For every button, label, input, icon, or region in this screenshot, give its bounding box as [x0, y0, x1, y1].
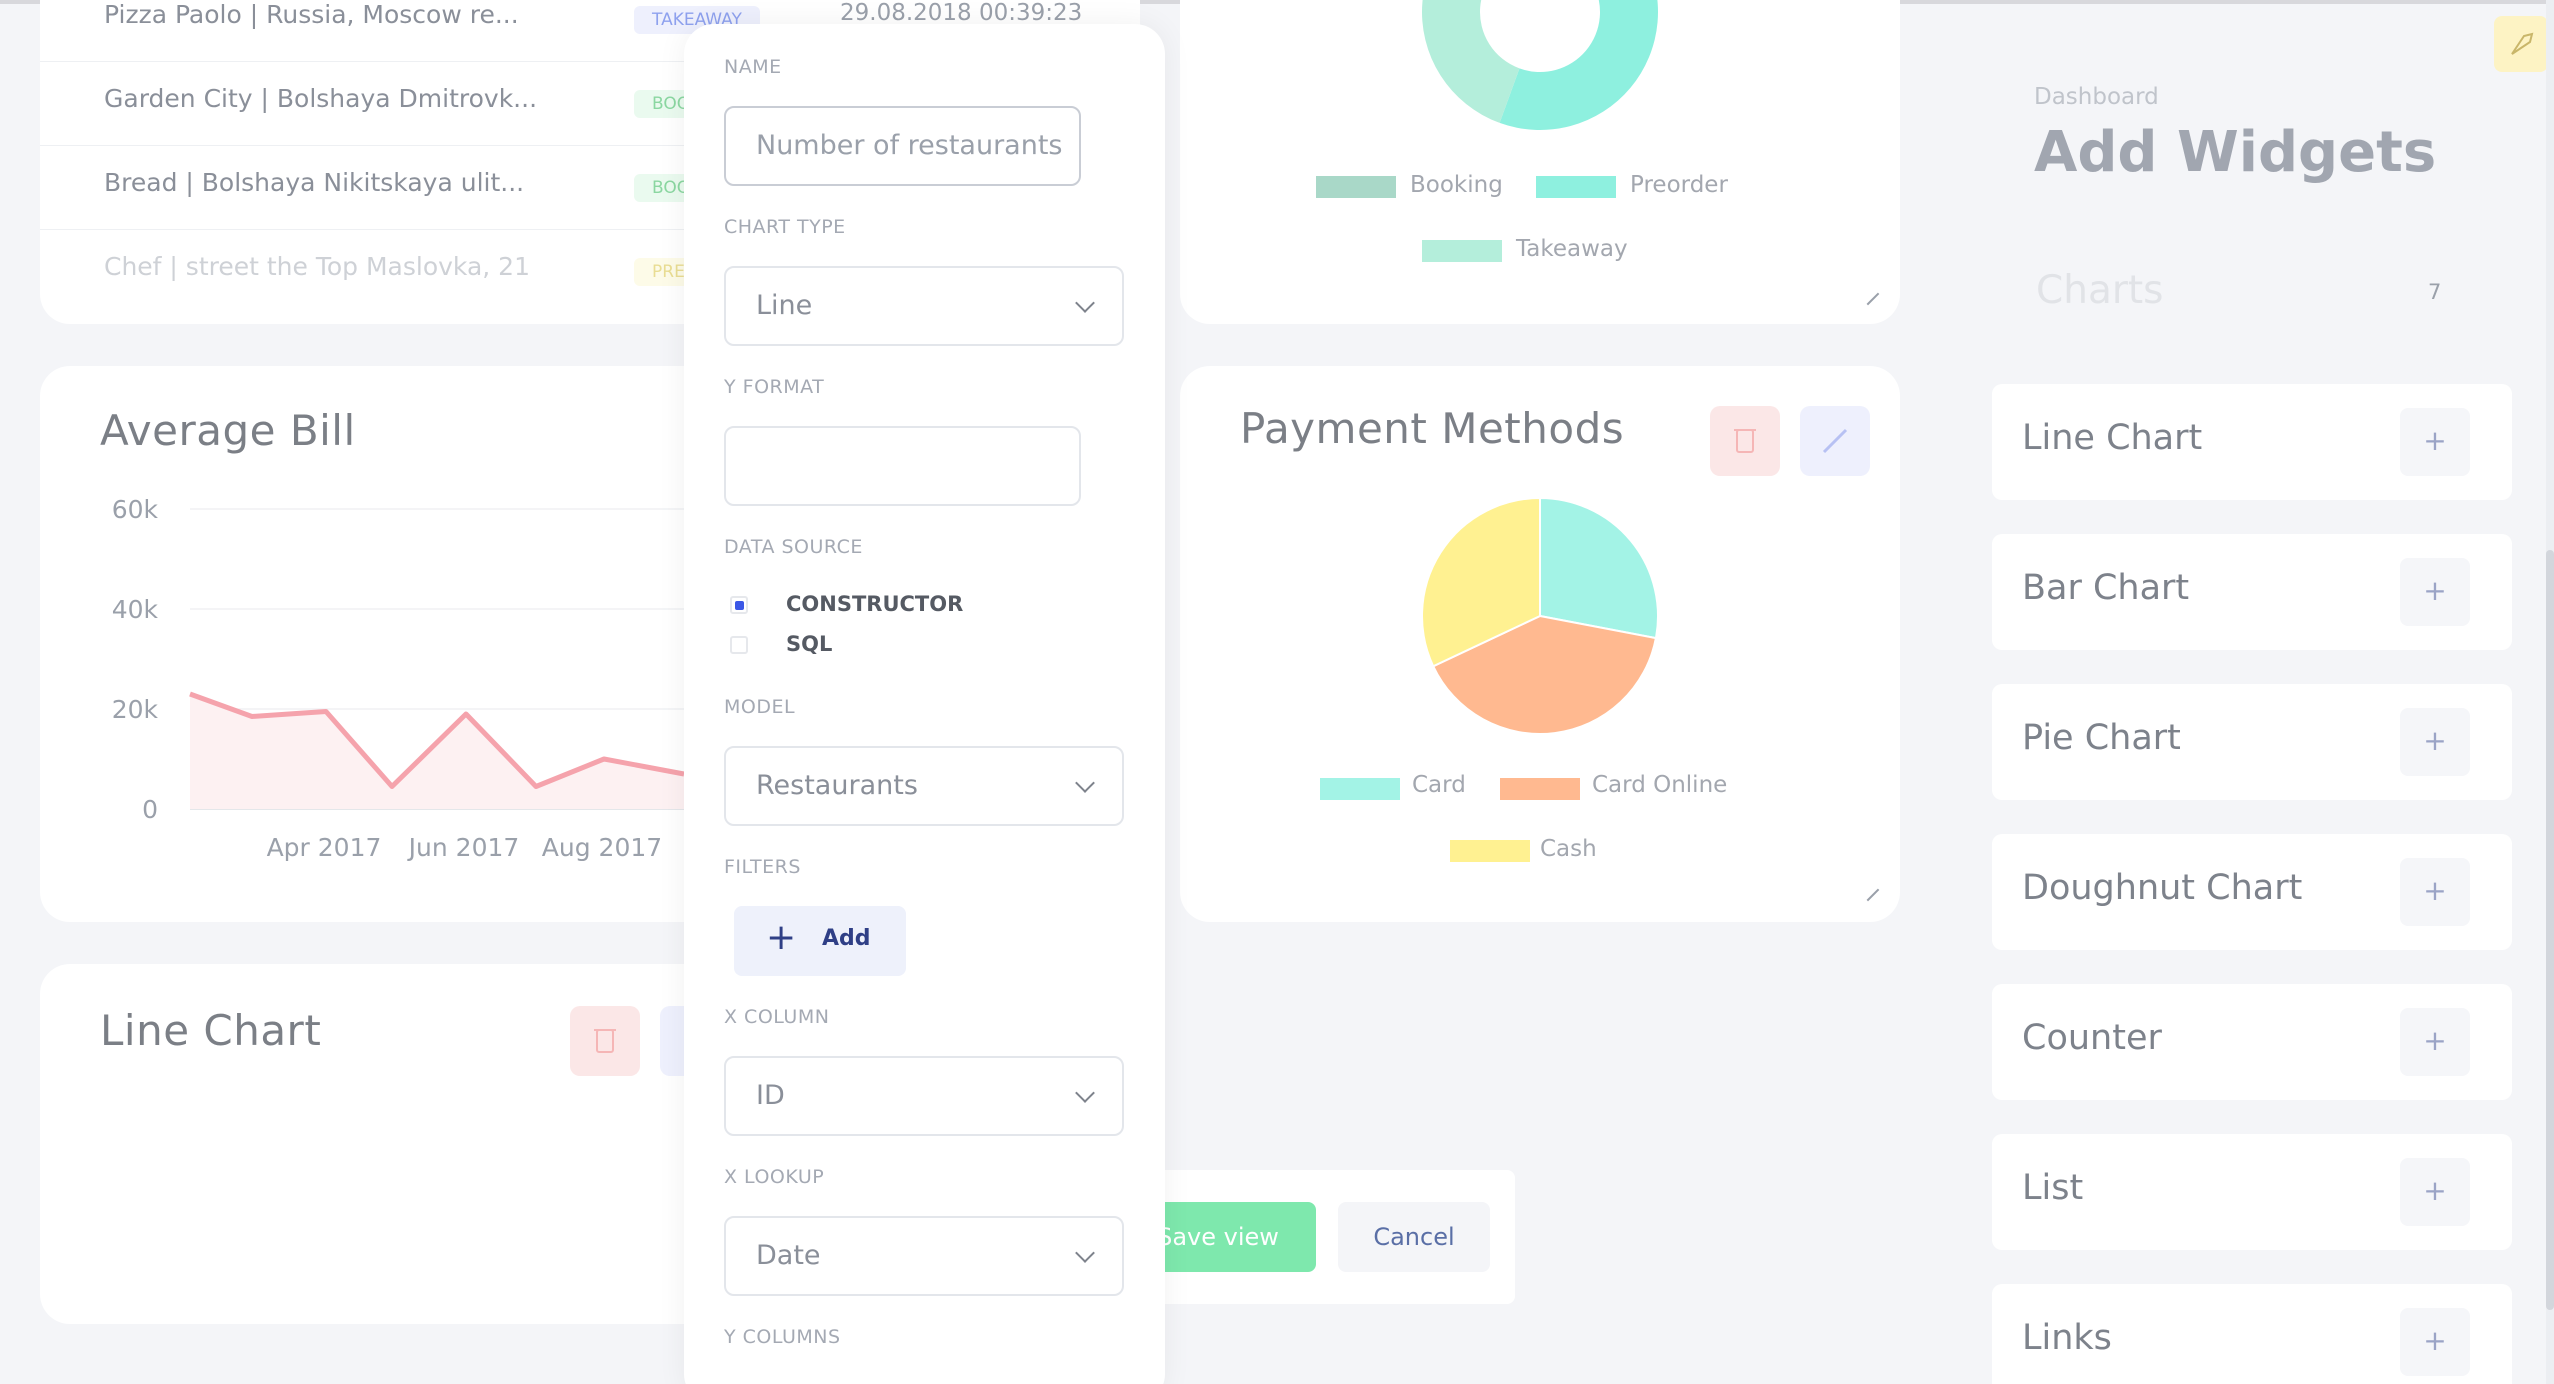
series-area [190, 694, 684, 809]
filters-label: FILTERS [724, 856, 801, 878]
y-tick-label: 20k [112, 695, 159, 724]
widget-config-panel: NAME Number of restaurants CHART TYPE Li… [684, 24, 1165, 1384]
rocket-button[interactable] [2494, 16, 2548, 72]
restaurant-name: Pizza Paolo | Russia, Moscow re... [104, 0, 519, 29]
legend-label: Card [1412, 772, 1466, 798]
widget-pie-chart[interactable]: Pie Chart + [1992, 684, 2512, 800]
restaurant-name: Chef | street the Top Maslovka, 21 [104, 252, 530, 281]
widget-doughnut-chart[interactable]: Doughnut Chart + [1992, 834, 2512, 950]
add-widget-button[interactable]: + [2400, 858, 2470, 926]
y-tick-label: 0 [142, 795, 158, 824]
section-title: Charts [2036, 268, 2164, 313]
x-tick-label: Jun 2017 [407, 833, 520, 862]
legend-swatch-card [1320, 778, 1400, 800]
chevron-down-icon [1075, 1083, 1095, 1103]
model-label: MODEL [724, 696, 796, 718]
chevron-down-icon [1075, 1243, 1095, 1263]
x-lookup-label: X LOOKUP [724, 1166, 825, 1188]
widget-label: Pie Chart [2022, 718, 2181, 758]
name-input[interactable]: Number of restaurants [724, 106, 1081, 186]
legend-swatch-booking [1316, 176, 1396, 198]
chevron-down-icon [1075, 293, 1095, 313]
chevron-down-icon [1075, 773, 1095, 793]
delete-button[interactable] [570, 1006, 640, 1076]
breadcrumb[interactable]: Dashboard [2034, 84, 2159, 110]
pie-slice [1539, 496, 1659, 640]
widget-label: List [2022, 1168, 2084, 1208]
y-format-label: Y FORMAT [724, 376, 825, 398]
data-source-label: DATA SOURCE [724, 536, 863, 558]
widget-label: Bar Chart [2022, 568, 2190, 608]
plus-icon: + [766, 917, 797, 958]
add-widget-button[interactable]: + [2400, 708, 2470, 776]
add-widget-button[interactable]: + [2400, 408, 2470, 476]
payment-methods-card: Payment Methods Card Card Online Cash [1180, 366, 1900, 922]
add-filter-label: Add [822, 926, 871, 951]
legend-swatch-card-online [1500, 778, 1580, 800]
order-date: 29.08.2018 00:39:23 [840, 0, 1083, 26]
widget-list[interactable]: List + [1992, 1134, 2512, 1250]
add-widget-button[interactable]: + [2400, 558, 2470, 626]
x-column-select[interactable]: ID [724, 1056, 1124, 1136]
chart-type-value: Line [756, 290, 813, 321]
name-label: NAME [724, 56, 782, 78]
y-format-input[interactable] [724, 426, 1081, 506]
x-column-label: X COLUMN [724, 1006, 830, 1028]
legend-label: Cash [1540, 836, 1597, 862]
x-tick-label: Apr 2017 [267, 833, 382, 862]
widget-counter[interactable]: Counter + [1992, 984, 2512, 1100]
y-tick-label: 40k [112, 595, 159, 624]
constructor-label[interactable]: CONSTRUCTOR [786, 592, 963, 616]
legend-label: Booking [1410, 172, 1503, 198]
x-lookup-value: Date [756, 1240, 821, 1271]
x-tick-label: Aug 2017 [542, 833, 662, 862]
legend-swatch-takeaway [1422, 240, 1502, 262]
trash-icon [594, 1029, 616, 1053]
doughnut-segment [1499, 0, 1658, 130]
restaurant-name: Garden City | Bolshaya Dmitrovk... [104, 84, 538, 113]
legend-swatch-cash [1450, 840, 1530, 862]
widget-links[interactable]: Links + [1992, 1284, 2512, 1384]
chart-type-select[interactable]: Line [724, 266, 1124, 346]
add-widget-button[interactable]: + [2400, 1308, 2470, 1376]
cancel-button[interactable]: Cancel [1338, 1202, 1490, 1272]
widget-line-chart[interactable]: Line Chart + [1992, 384, 2512, 500]
widget-label: Line Chart [2022, 418, 2203, 458]
widget-label: Links [2022, 1318, 2112, 1358]
orders-doughnut-card: Booking Preorder Takeaway [1180, 0, 1900, 324]
sql-label[interactable]: SQL [786, 632, 832, 656]
legend-swatch-preorder [1536, 176, 1616, 198]
x-lookup-select[interactable]: Date [724, 1216, 1124, 1296]
add-widget-button[interactable]: + [2400, 1008, 2470, 1076]
restaurant-name: Bread | Bolshaya Nikitskaya ulit... [104, 168, 525, 197]
constructor-radio[interactable] [730, 596, 748, 614]
y-tick-label: 60k [112, 495, 159, 524]
model-select[interactable]: Restaurants [724, 746, 1124, 826]
add-filter-button[interactable]: + Add [734, 906, 906, 976]
add-widget-button[interactable]: + [2400, 1158, 2470, 1226]
page-title: Add Widgets [2034, 120, 2437, 185]
y-columns-label: Y COLUMNS [724, 1326, 841, 1348]
sql-radio[interactable] [730, 636, 748, 654]
rocket-icon [2511, 32, 2534, 55]
widget-bar-chart[interactable]: Bar Chart + [1992, 534, 2512, 650]
chart-type-label: CHART TYPE [724, 216, 846, 238]
section-count: 7 [2428, 280, 2442, 304]
widget-label: Doughnut Chart [2022, 868, 2303, 908]
model-value: Restaurants [756, 770, 918, 801]
scrollbar-thumb[interactable] [2546, 550, 2554, 1310]
legend-label: Takeaway [1516, 236, 1628, 262]
legend-label: Card Online [1592, 772, 1728, 798]
legend-label: Preorder [1630, 172, 1728, 198]
widget-label: Counter [2022, 1018, 2162, 1058]
x-column-value: ID [756, 1080, 785, 1111]
doughnut-chart [1422, 0, 1658, 130]
card-title: Line Chart [100, 1006, 322, 1055]
